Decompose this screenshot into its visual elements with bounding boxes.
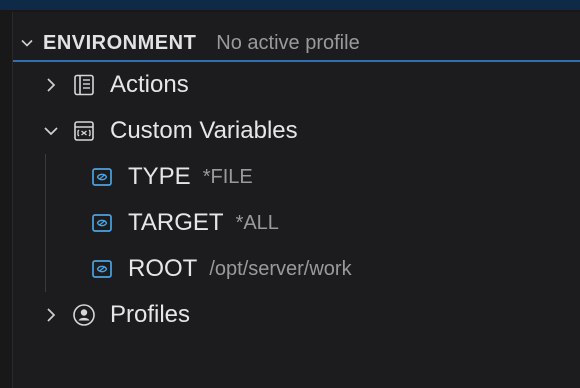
variable-name: TARGET (128, 209, 224, 236)
variable-icon (90, 165, 114, 189)
chevron-right-icon[interactable] (42, 76, 60, 94)
section-description: No active profile (216, 31, 360, 54)
book-icon (72, 73, 96, 97)
variable-item-type[interactable]: TYPE *FILE (13, 157, 580, 197)
variable-icon (90, 257, 114, 281)
section-title: ENVIRONMENT (43, 31, 197, 54)
tree-item-custom-variables[interactable]: Custom Variables (13, 111, 580, 151)
account-icon (72, 303, 96, 327)
tree-item-actions[interactable]: Actions (13, 65, 580, 105)
environment-panel: ENVIRONMENT No active profile Actions Cu… (12, 12, 580, 388)
chevron-right-icon[interactable] (42, 306, 60, 324)
tree-item-profiles[interactable]: Profiles (13, 295, 580, 335)
variable-value: *FILE (202, 165, 253, 188)
variable-icon (90, 211, 114, 235)
chevron-down-icon[interactable] (21, 37, 33, 49)
variable-item-target[interactable]: TARGET *ALL (13, 203, 580, 243)
window: ENVIRONMENT No active profile Actions Cu… (0, 0, 580, 388)
tree-item-label: Profiles (110, 301, 191, 328)
tree-item-label: Custom Variables (110, 117, 298, 144)
variable-value: *ALL (235, 211, 279, 234)
environment-section-header[interactable]: ENVIRONMENT No active profile (13, 26, 580, 62)
variable-value: /opt/server/work (209, 257, 352, 280)
variable-name: ROOT (128, 255, 198, 282)
variable-item-root[interactable]: ROOT /opt/server/work (13, 249, 580, 289)
chevron-down-icon[interactable] (42, 122, 60, 140)
variable-name: TYPE (128, 163, 191, 190)
title-bar-strip (0, 0, 580, 10)
variable-group-icon (72, 119, 96, 143)
tree-item-label: Actions (110, 71, 189, 98)
